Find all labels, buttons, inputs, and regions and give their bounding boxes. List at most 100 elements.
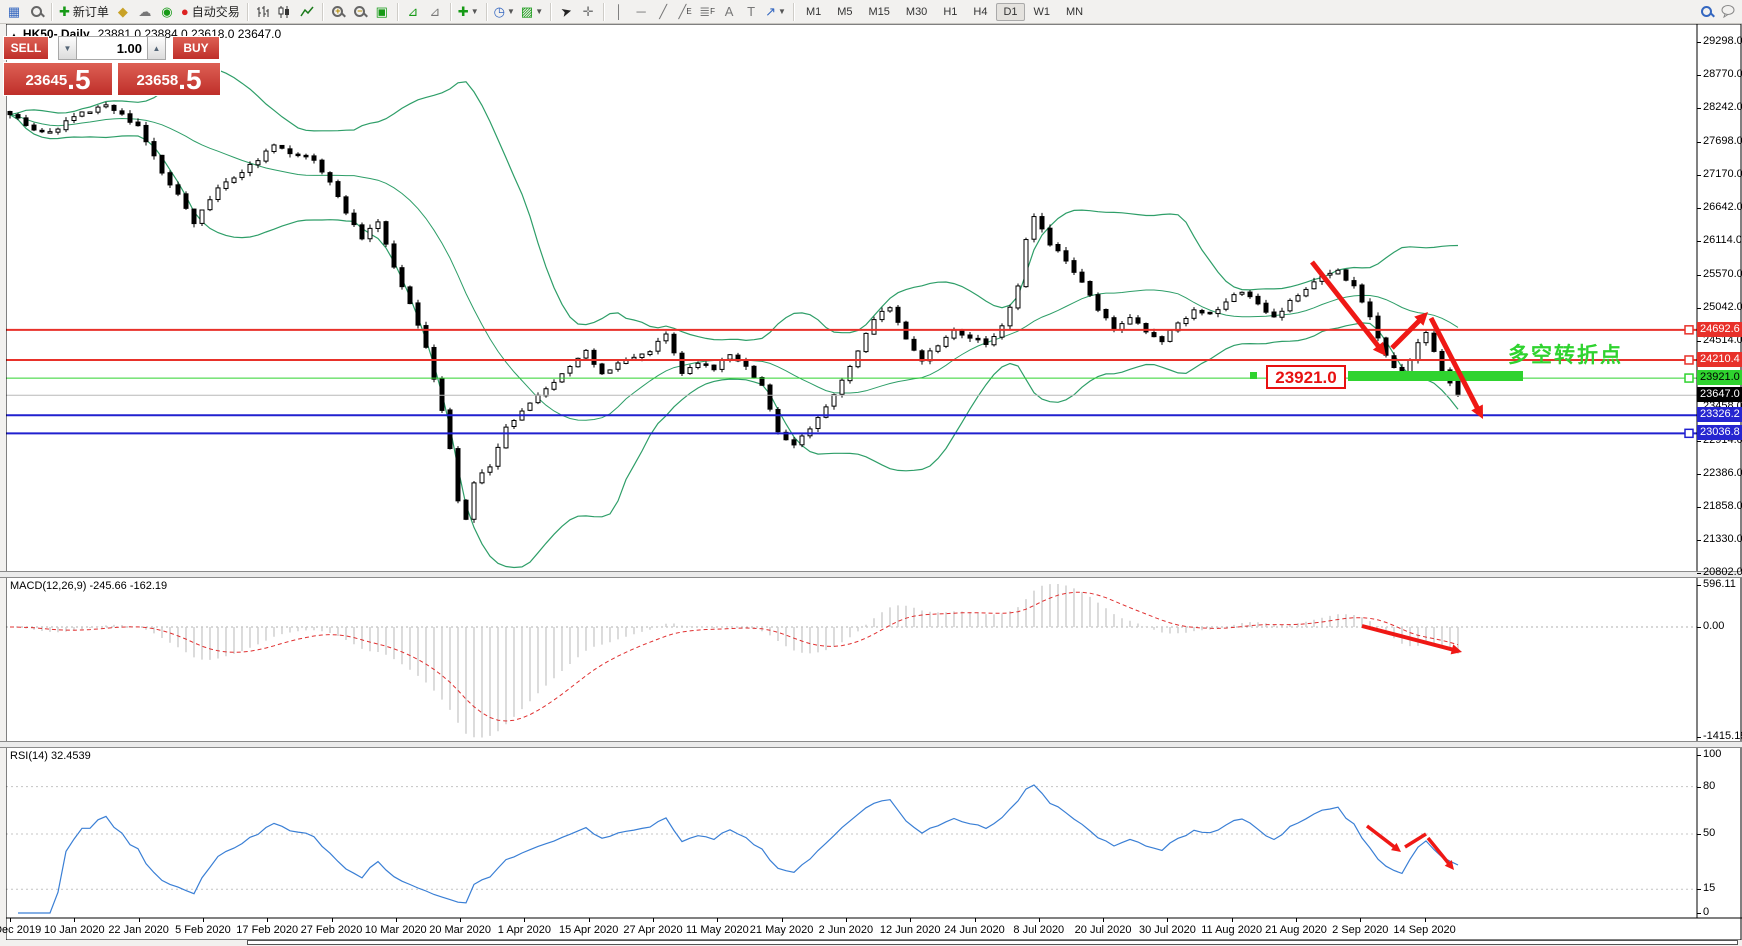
volume-increase-button[interactable]: ▲	[147, 36, 166, 60]
trend-arrow[interactable]	[1362, 626, 1456, 650]
candle-body	[224, 182, 228, 189]
timeframe-m30[interactable]: M30	[899, 3, 934, 21]
sell-button[interactable]: SELL	[3, 36, 49, 60]
timeframe-h4[interactable]: H4	[966, 3, 994, 21]
band-left-handle[interactable]	[1250, 372, 1257, 379]
chart-shift-button[interactable]: ⊿	[424, 2, 446, 22]
trend-arrow-head[interactable]	[1451, 644, 1462, 654]
timeframe-m1[interactable]: M1	[799, 3, 828, 21]
candle-body	[1192, 310, 1196, 318]
trendline-button[interactable]: ╱	[652, 2, 674, 22]
candle-body	[56, 129, 60, 132]
arrow-tools-icon: ↗	[765, 5, 776, 18]
macd-panel-splitter[interactable]	[0, 571, 1742, 578]
new-chart-button[interactable]: ▦	[3, 2, 25, 22]
trend-arrow-head[interactable]	[1373, 342, 1386, 356]
horizontal-line-button[interactable]: ─	[630, 2, 652, 22]
line-right-handle[interactable]	[1685, 326, 1693, 334]
crosshair-button[interactable]: ✛	[577, 2, 599, 22]
fibonacci-button[interactable]: ≣F	[696, 2, 718, 22]
candle-body	[352, 213, 356, 224]
zoom-in-button[interactable]: +	[327, 2, 349, 22]
auto-scroll-button[interactable]: ⊿	[402, 2, 424, 22]
chart-canvas[interactable]	[0, 0, 1742, 946]
date-tick-mark	[1360, 918, 1361, 922]
candle-body	[936, 346, 940, 351]
trend-arrow-head[interactable]	[1391, 843, 1401, 852]
candlestick-chart-button[interactable]	[274, 2, 296, 22]
tile-windows-button[interactable]: ▣	[371, 2, 393, 22]
trend-arrow-head[interactable]	[1414, 312, 1428, 326]
line-right-handle[interactable]	[1685, 356, 1693, 364]
cursor-button[interactable]: ➤	[555, 2, 577, 22]
trend-arrow[interactable]	[1392, 318, 1422, 348]
candle-body	[1048, 228, 1052, 245]
trend-arrow[interactable]	[1428, 838, 1451, 866]
trend-arrow[interactable]	[1405, 834, 1426, 847]
templates-dropdown[interactable]: ▨▼	[518, 2, 546, 22]
market-button[interactable]: ☁	[134, 2, 156, 22]
line-right-handle[interactable]	[1685, 374, 1693, 382]
sell-price[interactable]: 23645.5	[3, 62, 113, 96]
candle-body	[96, 107, 100, 112]
bar-chart-button[interactable]	[252, 2, 274, 22]
timeframe-h1[interactable]: H1	[936, 3, 964, 21]
rsi-panel-splitter[interactable]	[0, 741, 1742, 748]
pivot-price-callout[interactable]: 23921.0	[1266, 365, 1346, 389]
trend-arrow[interactable]	[1431, 318, 1479, 412]
text-label-button[interactable]: T	[740, 2, 762, 22]
chat-button[interactable]	[1717, 2, 1739, 22]
auto-trading-button[interactable]: ● 自动交易	[178, 2, 243, 22]
timeframe-d1[interactable]: D1	[996, 3, 1024, 21]
candle-body	[152, 142, 156, 156]
line-right-handle[interactable]	[1685, 429, 1693, 437]
new-order-button[interactable]: ✚ 新订单	[56, 2, 112, 22]
signals-button[interactable]: ◉	[156, 2, 178, 22]
timeframe-m15[interactable]: M15	[862, 3, 897, 21]
zoom-out-button[interactable]: −	[349, 2, 371, 22]
price-tick-mark	[1697, 737, 1701, 738]
price-tick-mark	[1697, 441, 1701, 442]
candle-body	[1392, 356, 1396, 368]
search-button[interactable]	[1695, 2, 1717, 22]
candle-body	[1232, 295, 1236, 302]
volume-value[interactable]: 1.00	[77, 36, 147, 60]
timeframe-mn[interactable]: MN	[1059, 3, 1090, 21]
candle-body	[416, 303, 420, 325]
pivot-highlight-band[interactable]	[1348, 371, 1523, 381]
pivot-annotation-text[interactable]: 多空转折点	[1508, 339, 1623, 369]
timeframe-m5[interactable]: M5	[830, 3, 859, 21]
equidistant-channel-button[interactable]: ╱E	[674, 2, 696, 22]
price-tick-label: 26114.0	[1703, 234, 1742, 248]
volume-decrease-button[interactable]: ▼	[58, 36, 77, 60]
buy-button[interactable]: BUY	[172, 36, 220, 60]
profiles-button[interactable]	[25, 2, 47, 22]
metaeditor-button[interactable]: ◆	[112, 2, 134, 22]
candle-body	[992, 337, 996, 345]
candle-body	[240, 173, 244, 178]
candle-body	[544, 389, 548, 396]
line-chart-button[interactable]	[296, 2, 318, 22]
candle-body	[8, 111, 12, 114]
trend-arrow[interactable]	[1312, 262, 1381, 350]
trend-arrow-head[interactable]	[1445, 860, 1454, 870]
candle-body	[680, 353, 684, 373]
candle-body	[960, 331, 964, 335]
trend-arrow-head[interactable]	[1471, 404, 1483, 419]
vertical-line-button[interactable]: │	[608, 2, 630, 22]
candle-body	[688, 368, 692, 374]
chart-scrollbar-thumb[interactable]	[247, 940, 1738, 945]
trend-arrow[interactable]	[1367, 826, 1397, 849]
candle-body	[72, 117, 76, 121]
arrows-dropdown[interactable]: ↗▼	[762, 2, 789, 22]
buy-price[interactable]: 23658.5	[117, 62, 221, 96]
price-tick-label: 25042.0	[1703, 301, 1742, 315]
toolbar-separator	[397, 3, 398, 21]
channel-icon: ╱	[679, 5, 687, 18]
indicators-button[interactable]: ✚▼	[455, 2, 482, 22]
text-button[interactable]: A	[718, 2, 740, 22]
date-tick-mark	[589, 918, 590, 922]
price-tick-mark	[1697, 627, 1701, 628]
periods-dropdown[interactable]: ◷▼	[491, 2, 518, 22]
timeframe-w1[interactable]: W1	[1027, 3, 1058, 21]
